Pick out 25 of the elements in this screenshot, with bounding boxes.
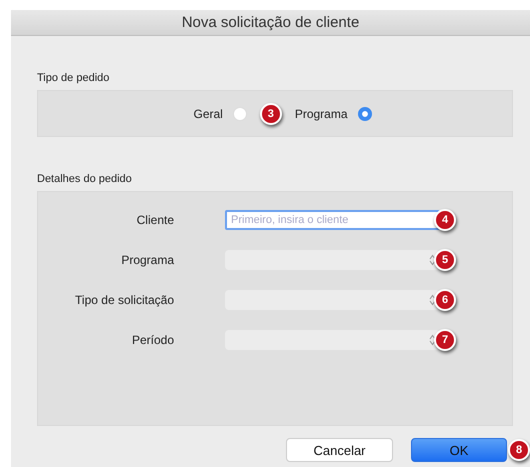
up-down-arrows-icon [429, 254, 436, 266]
callout-badge: 6 [434, 289, 456, 311]
radio-label: Geral [193, 106, 223, 120]
up-down-arrows-icon [429, 334, 436, 346]
field-label: Cliente [136, 213, 174, 227]
window-title: Nova solicitação de cliente [11, 10, 530, 36]
cancel-button[interactable]: Cancelar [286, 438, 393, 462]
dropdown-field[interactable] [225, 330, 440, 350]
radio-button[interactable] [358, 106, 372, 120]
field-label: Tipo de solicitação [74, 293, 174, 307]
ok-button[interactable]: OK [411, 438, 507, 462]
callout-badge: 8 [508, 439, 530, 461]
up-down-arrows-icon [429, 294, 436, 306]
callout-badge: 5 [434, 249, 456, 271]
callout-badge: 7 [434, 329, 456, 351]
client-input-field[interactable]: Primeiro, insira o cliente [225, 210, 440, 230]
field-label: Programa [120, 253, 174, 267]
section-label: Tipo de pedido [37, 72, 110, 84]
dropdown-field[interactable] [225, 290, 440, 310]
section-label: Detalhes do pedido [37, 173, 133, 185]
radio-label: Programa [294, 106, 348, 120]
callout-badge: 3 [260, 102, 282, 124]
callout-badge: 4 [434, 209, 456, 231]
dropdown-field[interactable] [225, 250, 440, 270]
field-label: Período [130, 333, 174, 347]
